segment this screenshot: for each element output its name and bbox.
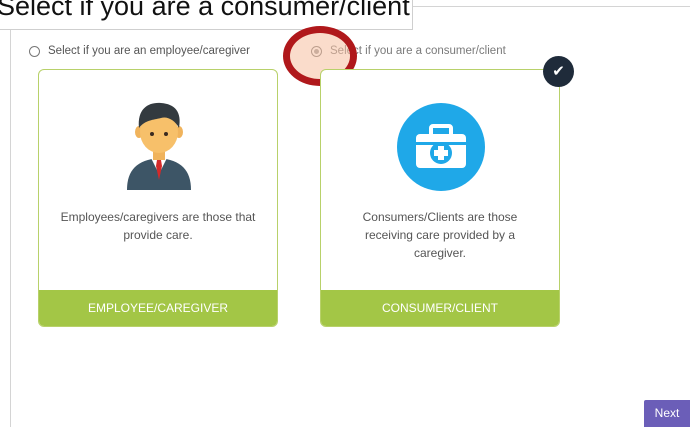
employee-caregiver-button[interactable]: EMPLOYEE/CAREGIVER	[39, 290, 277, 326]
person-avatar-icon	[127, 102, 191, 190]
selected-check-icon: ✔	[543, 56, 574, 87]
medical-kit-icon	[397, 103, 485, 191]
consumer-card[interactable]: Consumers/Clients are those receiving ca…	[320, 69, 560, 327]
callout-text: Select if you are a consumer/client	[0, 0, 410, 21]
top-divider	[413, 6, 690, 7]
consumer-radio-option[interactable]: Select if you are a consumer/client	[311, 43, 506, 59]
employee-radio-button[interactable]	[29, 45, 40, 57]
consumer-client-button[interactable]: CONSUMER/CLIENT	[321, 290, 559, 326]
consumer-radio-label: Select if you are a consumer/client	[330, 45, 506, 57]
employee-card-description: Employees/caregivers are those that prov…	[60, 210, 256, 242]
instruction-callout: Select if you are a consumer/client	[0, 0, 413, 30]
left-divider	[10, 0, 11, 427]
consumer-card-description: Consumers/Clients are those receiving ca…	[362, 210, 518, 260]
employee-radio-option[interactable]: Select if you are an employee/caregiver	[29, 43, 250, 59]
next-button[interactable]: Next	[644, 400, 690, 427]
employee-card[interactable]: Employees/caregivers are those that prov…	[38, 69, 278, 327]
consumer-radio-button[interactable]	[311, 45, 322, 57]
employee-radio-label: Select if you are an employee/caregiver	[48, 45, 250, 57]
